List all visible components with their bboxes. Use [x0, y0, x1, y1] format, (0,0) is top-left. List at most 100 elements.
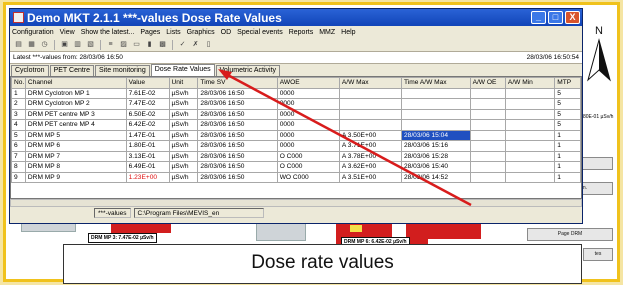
table-cell: 0000 [276, 87, 340, 99]
app-window: Demo MKT 2.1.1 ***-values Dose Rate Valu… [9, 8, 583, 224]
col-unit[interactable]: Unit [168, 77, 199, 89]
table-row[interactable]: 1 DRM Cyclotron MP 1 7.61E-02 µSv/h 28/03/06… [11, 87, 581, 99]
col-aw-oe[interactable]: A/W OE [469, 77, 506, 89]
table-cell: A 3.78E+00 [338, 150, 402, 162]
clock-icon[interactable]: ◷ [39, 40, 50, 50]
table-cell [504, 108, 556, 120]
table-cell [400, 87, 471, 99]
table-cell: 0000 [276, 108, 340, 120]
col-aw-min[interactable]: A/W Min [504, 77, 556, 89]
status-values: ***-values [94, 208, 131, 218]
list-icon[interactable]: ≡ [105, 40, 116, 50]
bars-icon[interactable]: ▮ [144, 40, 155, 50]
minimize-button[interactable]: _ [531, 11, 546, 24]
cancel-icon[interactable]: ✗ [190, 40, 201, 50]
table-cell: 5 [554, 108, 581, 120]
table-row[interactable]: 3 DRM PET centre MP 3 6.50E-02 µSv/h 28/03/0… [11, 108, 581, 120]
tes-button[interactable]: tes [583, 248, 613, 261]
table-row[interactable]: 7 DRM MP 7 3.13E-01 µSv/h 28/03/06 16:50 O C0… [11, 150, 581, 162]
table-cell: DRM PET centre MP 4 [24, 119, 127, 131]
maximize-button[interactable]: □ [548, 11, 563, 24]
table-cell: DRM MP 5 [24, 129, 127, 141]
table-cell [469, 129, 506, 141]
table-row[interactable]: 9 DRM MP 9 1.23E+00 µSv/h 28/03/06 16:50 WO C… [11, 171, 581, 183]
col-awoe[interactable]: AWOE [276, 77, 340, 89]
menu-help[interactable]: Help [341, 29, 355, 36]
tab-pet-centre[interactable]: PET Centre [49, 65, 95, 76]
menu-show-latest[interactable]: Show the latest... [81, 29, 135, 36]
table-cell: DRM MP 9 [24, 171, 127, 183]
table-cell [504, 129, 556, 141]
folder-open-icon[interactable]: ▦ [26, 40, 37, 50]
col-mtp[interactable]: MTP [554, 77, 581, 89]
menu-graphics[interactable]: Graphics [187, 29, 215, 36]
grid-icon[interactable]: ▧ [85, 40, 96, 50]
table-cell [469, 98, 506, 110]
close-button[interactable]: X [565, 11, 580, 24]
table-cell: 28/03/06 15:16 [400, 140, 471, 152]
table-row[interactable]: 8 DRM MP 8 6.49E-01 µSv/h 28/03/06 16:50 O C0… [11, 161, 581, 173]
col-no[interactable]: No. [11, 77, 26, 89]
table-cell: 1 [554, 161, 581, 173]
table-cell: 3.13E-01 [125, 150, 170, 162]
table-cell: O C000 [276, 161, 340, 173]
table-icon[interactable]: ▨ [118, 40, 129, 50]
table-cell: 28/03/06 16:50 [197, 108, 278, 120]
page-drm-button[interactable]: Page DRM [527, 228, 613, 241]
table-cell: 28/03/06 16:50 [197, 150, 278, 162]
table-cell [469, 150, 506, 162]
tab-site-monitoring[interactable]: Site monitoring [95, 65, 150, 76]
folder-star-icon[interactable]: ▣ [59, 40, 70, 50]
horizontal-scrollbar[interactable] [10, 199, 582, 207]
table-cell [469, 108, 506, 120]
title-bar: Demo MKT 2.1.1 ***-values Dose Rate Valu… [10, 9, 582, 26]
page-icon[interactable]: ▯ [203, 40, 214, 50]
tab-cyclotron[interactable]: Cyclotron [11, 65, 49, 76]
table-cell [338, 119, 402, 131]
col-time[interactable]: Time SV [197, 77, 278, 89]
col-value[interactable]: Value [125, 77, 170, 89]
table-cell [400, 98, 471, 110]
menu-mmz[interactable]: MMZ [319, 29, 335, 36]
table-row[interactable]: 2 DRM Cyclotron MP 2 7.47E-02 µSv/h 28/03/06… [11, 98, 581, 110]
tab-volumetric-activity[interactable]: Volumetric Activity [215, 65, 281, 76]
table-row[interactable]: 5 DRM MP 5 1.47E-01 µSv/h 28/03/06 16:50 0000… [11, 129, 581, 141]
table-cell [400, 119, 471, 131]
table-row[interactable]: 4 DRM PET centre MP 4 6.42E-02 µSv/h 28/03/0… [11, 119, 581, 131]
menu-lists[interactable]: Lists [166, 29, 180, 36]
toolbar-separator [172, 39, 173, 50]
table-cell: 28/03/06 16:50 [197, 129, 278, 141]
tab-dose-rate-values[interactable]: Dose Rate Values [150, 64, 215, 76]
current-timestamp: 28/03/06 16:50:54 [526, 54, 579, 61]
table-cell [338, 108, 402, 120]
table-cell: 8 [11, 161, 26, 173]
col-time-aw-max[interactable]: Time A/W Max [400, 77, 471, 89]
table-cell [504, 119, 556, 131]
check-icon[interactable]: ✓ [177, 40, 188, 50]
menu-configuration[interactable]: Configuration [12, 29, 54, 36]
dose-rate-table: No. Channel Value Unit Time SV AWOE A/W … [11, 77, 581, 183]
north-label: N [595, 25, 603, 37]
folder-icon[interactable]: ▤ [13, 40, 24, 50]
menu-reports[interactable]: Reports [289, 29, 314, 36]
toolbar-separator [54, 39, 55, 50]
calc-icon[interactable]: ▩ [157, 40, 168, 50]
table-cell: DRM MP 8 [24, 161, 127, 173]
table-cell: µSv/h [168, 140, 199, 152]
table-cell: A 3.62E+00 [338, 161, 402, 173]
menu-special-events[interactable]: Special events [237, 29, 283, 36]
table-cell: 28/03/06 15:04 [400, 129, 471, 141]
table-cell: 3 [11, 108, 26, 120]
chart-icon[interactable]: ▥ [72, 40, 83, 50]
document-icon[interactable]: ▭ [131, 40, 142, 50]
col-channel[interactable]: Channel [24, 77, 127, 89]
col-aw-max[interactable]: A/W Max [338, 77, 402, 89]
menu-view[interactable]: View [60, 29, 75, 36]
menu-pages[interactable]: Pages [140, 29, 160, 36]
dose-rate-grid: No. Channel Value Unit Time SV AWOE A/W … [10, 76, 582, 199]
menu-od[interactable]: OD [221, 29, 232, 36]
table-row[interactable]: 6 DRM MP 6 1.80E-01 µSv/h 28/03/06 16:50 0000… [11, 140, 581, 152]
table-cell [504, 87, 556, 99]
table-cell: 28/03/06 15:40 [400, 161, 471, 173]
menu-bar: Configuration View Show the latest... Pa… [10, 26, 582, 38]
